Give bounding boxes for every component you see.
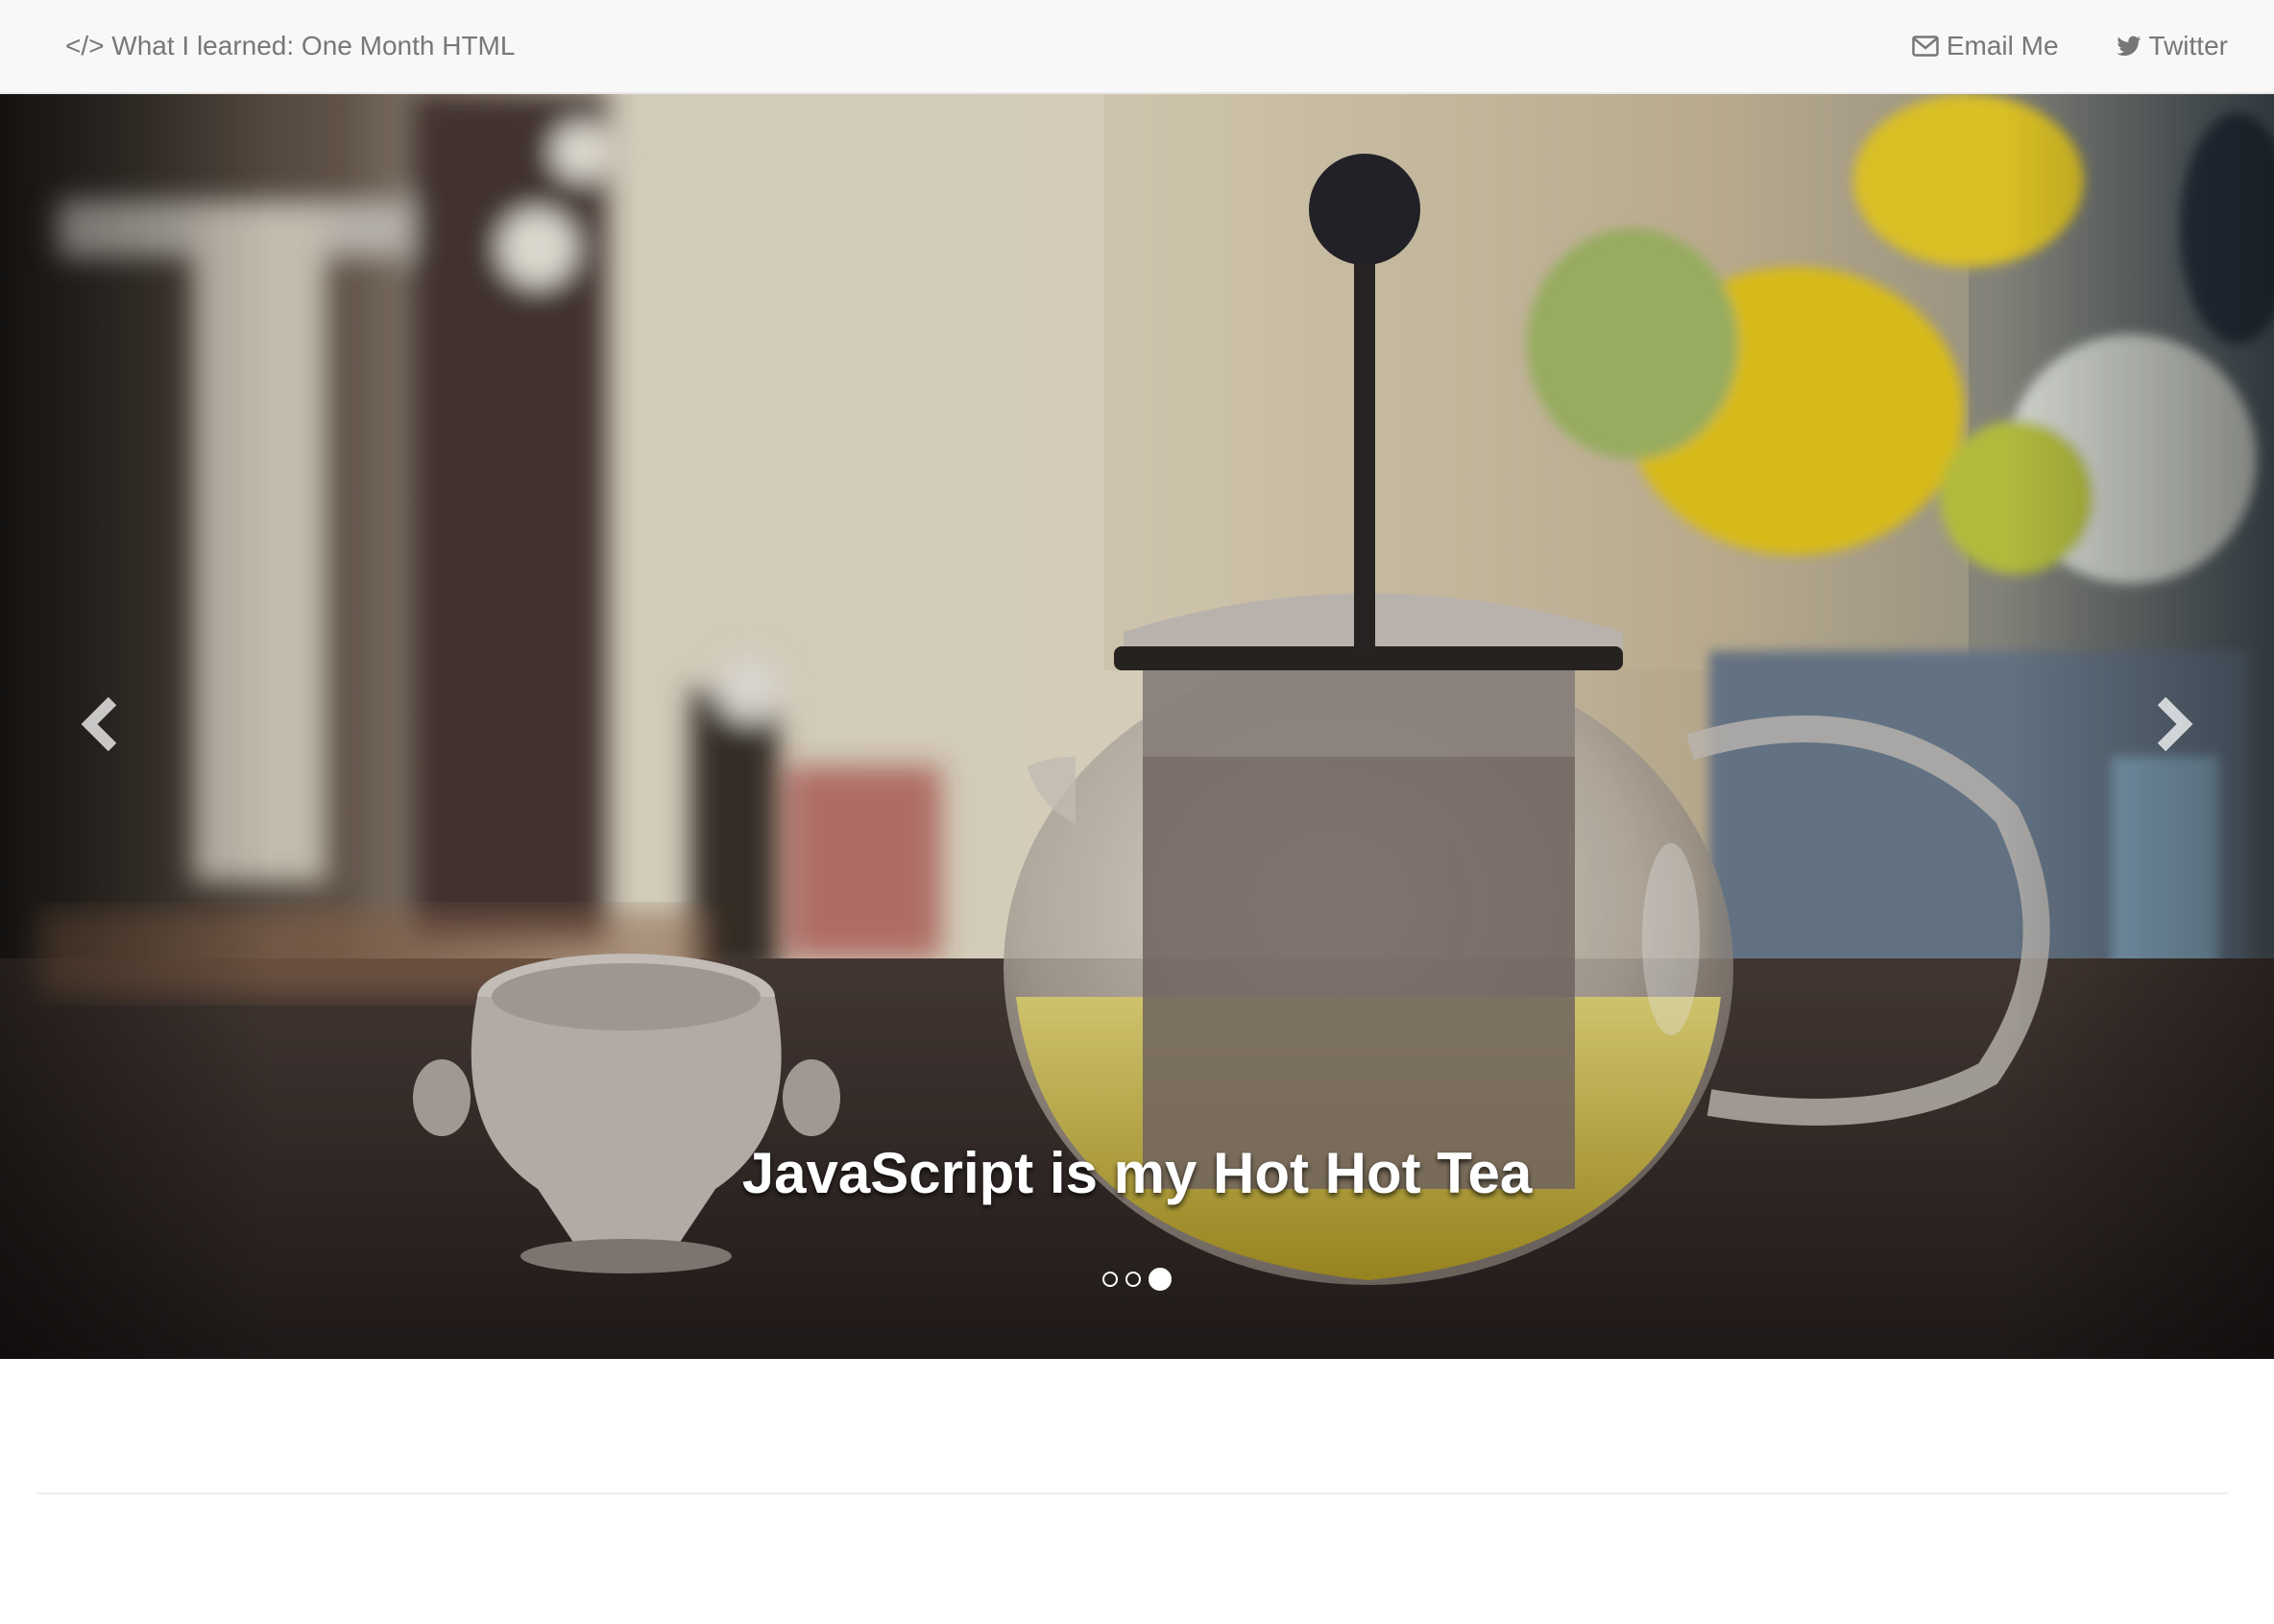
navbar: </> What I learned: One Month HTML Email… [0,0,2274,94]
image-carousel[interactable]: JavaScript is my Hot Hot Tea [0,94,2274,1359]
email-me-label: Email Me [1946,31,2059,61]
nav-links: Email Me Twitter [1912,27,2228,65]
carousel-indicator-1[interactable] [1102,1272,1118,1287]
email-me-link[interactable]: Email Me [1912,27,2059,65]
twitter-label: Twitter [2148,31,2228,61]
chevron-left-icon [78,693,124,760]
section-divider [36,1492,2228,1494]
twitter-icon [2116,36,2141,57]
brand-link[interactable]: </> What I learned: One Month HTML [65,27,515,65]
carousel-caption: JavaScript is my Hot Hot Tea [741,1141,1533,1205]
chevron-right-icon [2150,693,2196,760]
carousel-indicator-3[interactable] [1149,1268,1172,1291]
carousel-indicators [0,1268,2274,1291]
envelope-icon [1912,36,1939,57]
carousel-indicator-2[interactable] [1125,1272,1141,1287]
twitter-link[interactable]: Twitter [2116,27,2228,65]
